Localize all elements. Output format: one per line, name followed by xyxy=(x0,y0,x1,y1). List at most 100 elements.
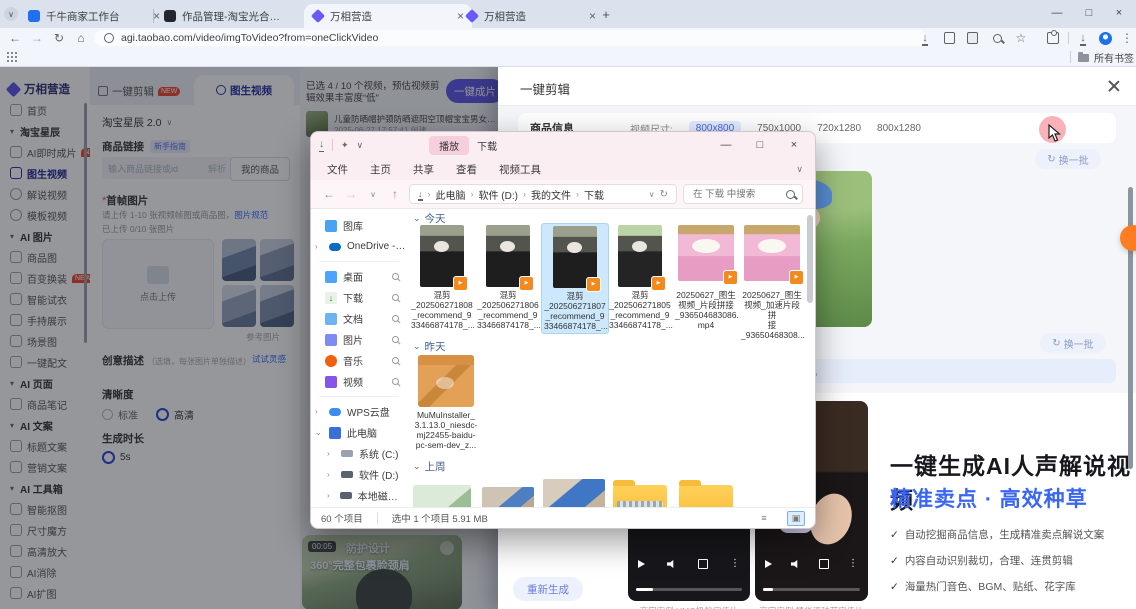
regenerate-button[interactable]: 重新生成 xyxy=(513,577,583,601)
file-item[interactable]: ▶ 混剪 _202506271805 _recommend_9 33466874… xyxy=(609,225,671,330)
crumb-downloads[interactable]: 下载 xyxy=(584,187,604,202)
explorer-minimize-icon[interactable]: — xyxy=(713,135,739,155)
file-item-folder[interactable] xyxy=(675,477,737,507)
nav-videos[interactable]: 视频 xyxy=(311,371,407,392)
tab-close-icon[interactable]: × xyxy=(589,10,596,22)
file-item-zip[interactable] xyxy=(609,477,671,507)
progress-bar[interactable] xyxy=(636,588,742,591)
download-manager-icon[interactable]: ↓ xyxy=(1074,30,1092,46)
volume-icon[interactable] xyxy=(791,560,800,569)
forward-icon[interactable]: → xyxy=(343,187,359,201)
menu-view[interactable]: 查看 xyxy=(456,162,477,177)
size-option[interactable]: 800x1280 xyxy=(877,123,921,134)
address-dropdown-icon[interactable]: ∨ xyxy=(649,190,655,199)
chevron-right-icon[interactable]: › xyxy=(315,407,323,416)
nav-this-pc[interactable]: ⌄此电脑 xyxy=(311,422,407,443)
modal-close-icon[interactable] xyxy=(1106,78,1122,94)
player-menu-icon[interactable]: ⋮ xyxy=(730,559,740,569)
group-header-today[interactable]: 今天 xyxy=(413,211,446,226)
play-icon[interactable] xyxy=(638,560,645,568)
browser-tab-4[interactable]: 万相营造 × xyxy=(458,4,604,28)
tab-search-icon[interactable]: ∨ xyxy=(4,7,18,21)
contextual-tab-play[interactable]: 播放 xyxy=(429,136,469,155)
new-tab-button[interactable]: + xyxy=(598,6,614,22)
file-item[interactable] xyxy=(477,477,539,507)
browser-tab-2[interactable]: 作品管理-淘宝光合平台 × xyxy=(156,4,318,28)
back-icon[interactable]: ← xyxy=(6,30,24,46)
files-scrollbar[interactable] xyxy=(807,215,813,303)
chevron-right-icon[interactable]: › xyxy=(315,242,323,251)
nav-pictures[interactable]: 图片 xyxy=(311,329,407,350)
file-item-installer[interactable]: MuMuInstaller_ 3.1.13.0_niesdc- mj22455-… xyxy=(411,355,481,450)
up-icon[interactable]: ↑ xyxy=(387,187,403,201)
progress-bar[interactable] xyxy=(763,588,860,591)
menu-home[interactable]: 主页 xyxy=(370,162,391,177)
minimize-window-icon[interactable]: — xyxy=(1042,0,1072,26)
swap-batch-button[interactable]: ↻换一批 xyxy=(1040,333,1106,353)
nav-drive-c[interactable]: ›系统 (C:) xyxy=(311,443,407,464)
downloads-icon[interactable]: ↓ xyxy=(916,30,934,46)
refresh-icon[interactable]: ↻ xyxy=(50,30,68,46)
clipboard-icon[interactable] xyxy=(940,30,958,46)
file-item[interactable]: ▶ 混剪 _202506271806 _recommend_9 33466874… xyxy=(477,225,539,330)
all-bookmarks-button[interactable]: 所有书签 xyxy=(1078,50,1134,65)
play-icon[interactable] xyxy=(765,560,772,568)
volume-icon[interactable] xyxy=(667,560,676,569)
size-option[interactable]: 720x1280 xyxy=(817,123,861,134)
chevron-right-icon[interactable]: › xyxy=(327,470,335,479)
file-item[interactable] xyxy=(543,477,605,507)
chevron-right-icon[interactable]: › xyxy=(327,449,335,458)
nav-drive-e[interactable]: ›本地磁盘 (E:) xyxy=(311,485,407,506)
chevron-right-icon[interactable]: › xyxy=(327,491,334,500)
home-icon[interactable]: ⌂ xyxy=(72,30,90,46)
recent-locations-icon[interactable]: ∨ xyxy=(365,190,381,199)
close-window-icon[interactable]: × xyxy=(1104,0,1134,26)
thumbnail-view-icon[interactable]: ▣ xyxy=(787,511,805,526)
back-icon[interactable]: ← xyxy=(321,187,337,201)
extensions-icon[interactable] xyxy=(1044,30,1062,46)
explorer-titlebar[interactable]: ↓ ✦ ∨ 播放 下载 — □ × xyxy=(311,132,815,158)
file-item[interactable]: ▶ 混剪 _202506271808 _recommend_9 33466874… xyxy=(411,225,473,330)
browser-menu-icon[interactable]: ⋮ xyxy=(1118,30,1136,46)
file-item-selected[interactable]: ▶ 混剪 _202506271807 _recommend_9 33466874… xyxy=(541,223,609,334)
nav-music[interactable]: 音乐 xyxy=(311,350,407,371)
chevron-down-icon[interactable]: ⌄ xyxy=(315,428,323,437)
nav-gallery[interactable]: 图库 xyxy=(311,215,407,236)
group-header-yesterday[interactable]: 昨天 xyxy=(413,339,446,354)
nav-onedrive[interactable]: ›OneDrive - Per xyxy=(311,236,407,257)
nav-documents[interactable]: 文档 xyxy=(311,308,407,329)
quick-access-icon[interactable]: ✦ xyxy=(341,140,349,151)
list-view-icon[interactable]: ≡ xyxy=(755,511,773,526)
zoom-icon[interactable] xyxy=(988,30,1006,46)
crumb-drive-d[interactable]: 软件 (D:) xyxy=(479,187,518,202)
player-menu-icon[interactable]: ⋮ xyxy=(848,559,858,569)
menu-share[interactable]: 共享 xyxy=(413,162,434,177)
profile-avatar[interactable] xyxy=(1096,30,1114,46)
maximize-window-icon[interactable]: □ xyxy=(1074,0,1104,26)
quick-access-chevron-icon[interactable]: ∨ xyxy=(357,140,364,151)
nav-drive-d[interactable]: ›软件 (D:) xyxy=(311,464,407,485)
nav-downloads[interactable]: ↓下载 xyxy=(311,287,407,308)
refresh-icon[interactable]: ↻ xyxy=(660,189,668,200)
group-header-last-week[interactable]: 上周 xyxy=(413,459,446,474)
translate-icon[interactable] xyxy=(963,30,981,46)
bookmark-star-icon[interactable]: ☆ xyxy=(1012,30,1030,46)
fullscreen-icon[interactable] xyxy=(698,559,708,569)
site-info-icon[interactable] xyxy=(104,33,114,43)
explorer-close-icon[interactable]: × xyxy=(781,135,807,155)
ribbon-expand-icon[interactable]: ∨ xyxy=(796,164,803,175)
support-float-icon[interactable] xyxy=(1120,225,1136,251)
file-item[interactable]: ▶ 20250627_图生 视频_加速片段拼 接 _93650468308... xyxy=(741,225,803,340)
nav-wps-cloud[interactable]: ›WPS云盘 xyxy=(311,401,407,422)
file-item[interactable]: ▶ 20250627_图生 视频_片段拼接 _936504683086. mp4 xyxy=(675,225,737,330)
forward-icon[interactable]: → xyxy=(28,30,46,46)
address-breadcrumb[interactable]: ↓ › 此电脑 › 软件 (D:) › 我的文件 › 下载 ∨ ↻ xyxy=(409,184,677,204)
browser-tab-3-active[interactable]: 万相营造 × xyxy=(304,4,472,28)
swap-batch-button[interactable]: ↻换一批 xyxy=(1035,149,1101,169)
address-bar[interactable]: agi.taobao.com/video/imgToVideo?from=one… xyxy=(94,30,926,46)
crumb-my-files[interactable]: 我的文件 xyxy=(531,187,571,202)
menu-video-tools[interactable]: 视频工具 xyxy=(499,162,541,177)
menu-file[interactable]: 文件 xyxy=(327,162,348,177)
explorer-search-box[interactable] xyxy=(683,184,803,204)
nav-desktop[interactable]: 桌面 xyxy=(311,266,407,287)
